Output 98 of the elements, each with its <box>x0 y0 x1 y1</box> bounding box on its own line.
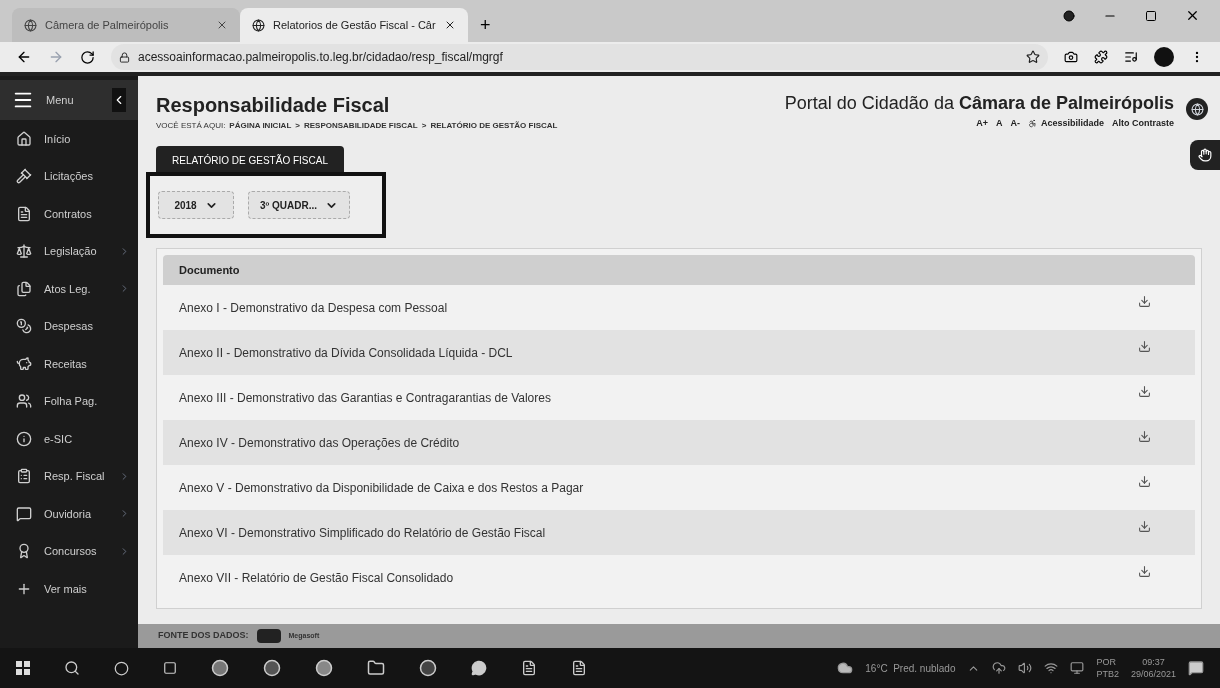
close-icon[interactable] <box>1185 8 1200 23</box>
column-header: Documento <box>163 255 1195 285</box>
page-title: Responsabilidade Fiscal <box>156 93 391 118</box>
font-size-button[interactable]: A <box>995 117 1003 131</box>
sidebar-item[interactable]: Legislação <box>0 232 138 270</box>
sidebar-item[interactable]: Ver mais <box>0 570 138 608</box>
network-icon[interactable] <box>1044 661 1059 675</box>
filter-dropdown[interactable]: 2018 <box>158 191 234 219</box>
breadcrumb-link[interactable]: PÁGINA INICIAL <box>229 120 292 132</box>
back-icon[interactable] <box>16 49 32 65</box>
document-link[interactable]: Anexo III - Demonstrativo das Garantias e Contragarantias de Valores <box>179 388 1138 407</box>
menu-item-icon <box>16 505 32 522</box>
avatar[interactable] <box>1154 47 1174 67</box>
display-icon[interactable] <box>1070 661 1085 675</box>
sidebar-item[interactable]: Receitas <box>0 345 138 383</box>
language-indicator[interactable]: POR <box>1096 656 1119 668</box>
menu-item-icon <box>16 205 32 222</box>
breadcrumb-link[interactable]: RESPONSABILIDADE FISCAL <box>303 120 418 132</box>
extensions-icon[interactable] <box>1094 50 1108 64</box>
menu-item-icon <box>16 468 32 485</box>
search-icon[interactable] <box>64 660 80 676</box>
browser-tab[interactable]: Câmera de Palmeirópolis <box>12 8 240 42</box>
menu-item-icon <box>16 243 32 260</box>
reload-icon[interactable] <box>80 49 95 65</box>
weather-text: 16°C Pred. nublado <box>865 661 956 676</box>
tab-title: Relatorios de Gestão Fiscal - Câr <box>273 17 436 33</box>
maximize-icon[interactable] <box>1145 9 1157 22</box>
sidebar-item[interactable]: Concursos <box>0 532 138 570</box>
task-view-icon[interactable] <box>163 661 177 675</box>
document-link[interactable]: Anexo I - Demonstrativo da Despesa com Pessoal <box>179 298 1138 317</box>
browser-tab[interactable]: Relatorios de Gestão Fiscal - Câr <box>240 8 468 42</box>
folder-icon[interactable] <box>367 659 385 677</box>
sidebar-item[interactable]: Licitações <box>0 157 138 195</box>
font-size-button[interactable]: A+ <box>976 117 988 131</box>
camera-icon[interactable] <box>1064 50 1078 64</box>
menu-item-icon <box>16 318 32 335</box>
breadcrumb-separator: > <box>295 120 300 132</box>
menu-item-icon <box>16 430 32 447</box>
menu-item-icon <box>16 355 32 372</box>
download-icon[interactable] <box>1138 565 1151 578</box>
menu-item-icon <box>16 393 32 410</box>
menu-header[interactable]: Menu <box>0 80 138 120</box>
document-link[interactable]: Anexo VII - Relatório de Gestão Fiscal Consolidado <box>179 568 1138 587</box>
media-icon[interactable] <box>1124 50 1138 64</box>
language-indicator[interactable]: PTB2 <box>1096 668 1119 680</box>
breadcrumb-link[interactable]: RELATÓRIO DE GESTÃO FISCAL <box>430 120 558 132</box>
download-icon[interactable] <box>1138 340 1151 353</box>
site-icon <box>252 18 265 32</box>
notifications-icon[interactable] <box>1188 660 1204 676</box>
menu-item-icon <box>16 280 32 297</box>
site-icon <box>24 18 37 32</box>
url-text: acessoainformacao.palmeiropolis.to.leg.br/cidadao/resp_fiscal/mgrgf <box>138 49 503 66</box>
hand-icon <box>1198 148 1212 162</box>
menu-item-icon <box>16 543 32 560</box>
download-icon[interactable] <box>1138 430 1151 443</box>
address-bar[interactable]: acessoainformacao.palmeiropolis.to.leg.br/cidadao/resp_fiscal/mgrgf <box>111 44 1048 70</box>
clock-time: 09:37 <box>1142 656 1165 668</box>
section-tab[interactable]: RELATÓRIO DE GESTÃO FISCAL <box>156 146 344 174</box>
weather-icon <box>837 660 854 676</box>
menu-item-icon <box>16 130 32 147</box>
sidebar-item[interactable]: Resp. Fiscal <box>0 457 138 495</box>
breadcrumb-prefix: VOCÊ ESTÁ AQUI: <box>156 120 226 132</box>
contrast-link[interactable]: Alto Contraste <box>1112 117 1174 131</box>
vlibras-button[interactable] <box>1190 140 1220 170</box>
volume-icon[interactable] <box>1018 661 1033 675</box>
collapse-icon[interactable] <box>112 88 126 112</box>
document-link[interactable]: Anexo V - Demonstrativo da Disponibilidade de Caixa e dos Restos a Pagar <box>179 478 1138 497</box>
lock-icon <box>119 51 130 63</box>
download-icon[interactable] <box>1138 520 1151 533</box>
new-tab-button[interactable]: + <box>468 8 503 42</box>
cloud-icon[interactable] <box>992 661 1007 675</box>
accessibility-link[interactable]: Acessibilidade <box>1040 117 1104 131</box>
sidebar-item[interactable]: Ouvidoria <box>0 495 138 533</box>
star-icon[interactable] <box>1026 50 1040 64</box>
sidebar-item[interactable]: Folha Pag. <box>0 382 138 420</box>
profile-icon[interactable] <box>1063 9 1075 22</box>
sidebar-item[interactable]: Atos Leg. <box>0 270 138 308</box>
source-label: FONTE DOS DADOS: <box>158 629 249 643</box>
download-icon[interactable] <box>1138 475 1151 488</box>
accessibility-icon <box>1027 119 1037 129</box>
windows-icon[interactable] <box>16 661 30 675</box>
font-size-button[interactable]: A- <box>1010 117 1020 131</box>
chat-icon[interactable] <box>471 660 487 676</box>
sidebar-item[interactable]: e-SIC <box>0 420 138 458</box>
download-icon[interactable] <box>1138 385 1151 398</box>
menu-label: Menu <box>46 92 75 108</box>
breadcrumb-separator: > <box>421 120 427 132</box>
sidebar-item[interactable]: Contratos <box>0 195 138 233</box>
clock-date: 29/06/2021 <box>1130 668 1176 680</box>
sidebar-item[interactable]: Início <box>0 120 138 158</box>
logo-icon <box>256 629 281 643</box>
filter-dropdown[interactable]: 3º QUADR... <box>248 191 350 219</box>
download-icon[interactable] <box>1138 295 1151 308</box>
menu-item-icon <box>16 168 32 185</box>
portal-title: Portal do Cidadão da Câmara de Palmeirópolis <box>784 92 1174 115</box>
sidebar-item[interactable]: Despesas <box>0 307 138 345</box>
close-icon[interactable] <box>444 19 456 31</box>
tab-title: Câmera de Palmeirópolis <box>45 17 170 33</box>
